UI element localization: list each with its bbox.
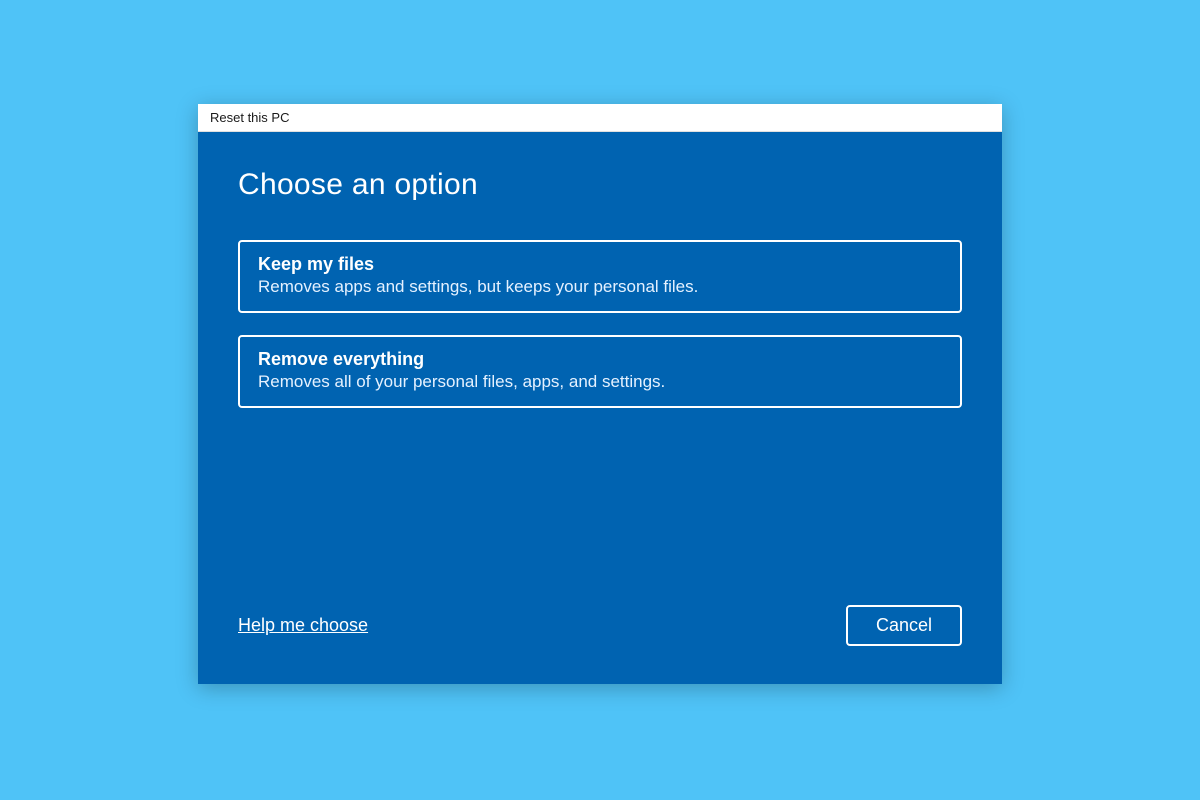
spacer	[238, 430, 962, 605]
option-title: Keep my files	[258, 254, 942, 275]
window-title: Reset this PC	[210, 110, 289, 125]
dialog-body: Choose an option Keep my files Removes a…	[198, 132, 1002, 684]
cancel-button[interactable]: Cancel	[846, 605, 962, 646]
option-description: Removes apps and settings, but keeps you…	[258, 277, 942, 297]
option-description: Removes all of your personal files, apps…	[258, 372, 942, 392]
option-remove-everything[interactable]: Remove everything Removes all of your pe…	[238, 335, 962, 408]
titlebar: Reset this PC	[198, 104, 1002, 132]
option-keep-my-files[interactable]: Keep my files Removes apps and settings,…	[238, 240, 962, 313]
help-me-choose-link[interactable]: Help me choose	[238, 615, 368, 636]
reset-pc-dialog: Reset this PC Choose an option Keep my f…	[198, 104, 1002, 684]
option-title: Remove everything	[258, 349, 942, 370]
page-title: Choose an option	[238, 168, 962, 202]
dialog-footer: Help me choose Cancel	[238, 605, 962, 654]
